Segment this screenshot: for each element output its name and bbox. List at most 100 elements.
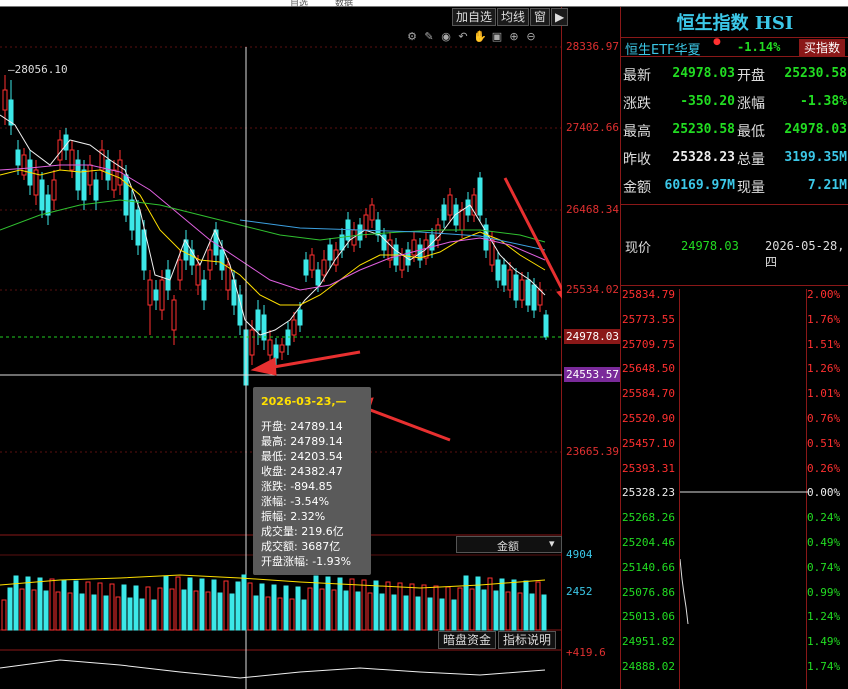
quote-label: 最新 (623, 68, 651, 84)
volume-bar (259, 583, 265, 631)
volume-bar (235, 581, 241, 631)
candle-tooltip: 2026-03-23,— 开盘: 24789.14 最高: 24789.14 最低:… (253, 387, 371, 575)
quote-label: 涨跌 (623, 96, 651, 112)
lock-icon[interactable]: ▣ (490, 30, 504, 44)
volume-bar (361, 579, 367, 631)
tooltip-date: 2026-03-23,— (261, 395, 347, 408)
volume-bar (337, 577, 343, 631)
volume-bar (121, 584, 127, 631)
candle-body (15, 149, 21, 166)
candle-body (141, 229, 147, 271)
volume-bar (25, 576, 31, 631)
candle-body (159, 279, 165, 311)
candle-body (261, 314, 267, 341)
window-button[interactable]: 窗 (530, 8, 551, 26)
tooltip-line: 开盘: 24789.14 (261, 420, 343, 433)
candle-body (201, 279, 207, 301)
volume-indicator-select[interactable]: 金额 ▾ (456, 536, 562, 553)
quote-row: 涨跌 -350.20 涨幅 -1.38% (621, 91, 848, 117)
pen-icon[interactable]: ✎ (422, 30, 436, 44)
undo-icon[interactable]: ↶ (456, 30, 470, 44)
intraday-price-label: 25268.26 (622, 511, 675, 525)
quote-row: 最高 25230.58 最低 24978.03 (621, 119, 848, 145)
candle-body (363, 214, 369, 231)
intraday-price-label: 25140.66 (622, 560, 675, 574)
candle-body (195, 264, 201, 286)
intraday-pct-label: 0.26% (807, 461, 841, 475)
candle-body (135, 209, 141, 246)
volume-bar (73, 580, 79, 631)
volume-bar (439, 598, 445, 631)
quote-value: 3199.35M (784, 150, 847, 165)
candle-body (327, 244, 333, 261)
candle-body (123, 174, 129, 216)
ma-line-button[interactable]: 均线 (497, 8, 530, 26)
volume-bar (523, 580, 529, 631)
volume-bar (169, 588, 175, 631)
candle-body (225, 264, 231, 291)
volume-bar (385, 581, 391, 631)
buy-index-button[interactable]: 买指数 (799, 39, 846, 56)
intraday-price-label: 25328.23 (622, 486, 675, 500)
volume-bar (85, 581, 91, 631)
volume-bar (529, 593, 535, 631)
eye-icon[interactable]: ◉ (439, 30, 453, 44)
tooltip-line: 成交额: 3687亿 (261, 540, 341, 553)
candle-body (525, 279, 531, 306)
settings-icon[interactable]: ⚙ (405, 30, 419, 44)
intraday-pct-label: 0.74% (807, 560, 841, 574)
candle-body (369, 204, 375, 221)
kline-chart-area[interactable]: —28056.10 2026-03-23,— 开盘: 24789.14 最高: 2… (0, 0, 562, 689)
intraday-pct-label: 1.49% (807, 635, 841, 649)
intraday-pct-label: 1.01% (807, 387, 841, 401)
current-price-box: 24978.03 (564, 329, 621, 344)
intraday-pct-label: 1.74% (807, 660, 841, 673)
intraday-price-label: 25834.79 (622, 288, 675, 301)
quote-value: 24978.03 (784, 122, 847, 137)
dark-pool-button[interactable]: 暗盘资金 (438, 631, 497, 649)
volume-bar (451, 599, 457, 631)
volume-bar (403, 595, 409, 631)
volume-bar (343, 590, 349, 631)
volume-bar (301, 599, 307, 631)
quote-label: 金额 (623, 180, 651, 196)
intraday-price-label: 25457.10 (622, 436, 675, 450)
candle-body (207, 249, 213, 271)
candle-body (171, 299, 177, 331)
zoom-out-icon[interactable]: ⊖ (524, 30, 538, 44)
nav-arrow-button[interactable]: ▶ (551, 8, 569, 26)
axis-label: 28336.97 (566, 40, 619, 53)
candle-body (477, 177, 483, 216)
volume-bar (187, 577, 193, 631)
volume-bar (433, 585, 439, 631)
quote-value: -1.38% (800, 94, 847, 109)
volume-bar (415, 596, 421, 631)
tooltip-line: 开盘涨幅: -1.93% (261, 555, 352, 568)
hand-icon[interactable]: ✋ (473, 30, 487, 44)
axis-label: 25534.02 (566, 283, 619, 296)
volume-bar (409, 583, 415, 631)
etf-name[interactable]: 恒生ETF华夏 (625, 39, 701, 58)
volume-bar (265, 596, 271, 631)
add-watchlist-button[interactable]: 加自选 (452, 8, 497, 26)
macd-axis-top: +419.6 (566, 646, 606, 659)
intraday-chart[interactable] (679, 289, 808, 689)
tooltip-line: 成交量: 219.6亿 (261, 525, 344, 538)
volume-bar (217, 592, 223, 631)
candle-body (375, 219, 381, 236)
candle-body (39, 179, 45, 211)
volume-bar (67, 592, 73, 631)
etf-row[interactable]: 恒生ETF华夏 ● -1.14% 买指数 (621, 37, 848, 58)
indicator-help-button[interactable]: 指标说明 (498, 631, 557, 649)
tooltip-line: 涨幅: -3.54% (261, 495, 330, 508)
kline-chart-svg[interactable] (0, 0, 562, 689)
axis-label: 26468.34 (566, 203, 619, 216)
zoom-in-icon[interactable]: ⊕ (507, 30, 521, 44)
candle-body (129, 199, 135, 231)
candle-body (51, 179, 57, 201)
current-price-value: 24978.03 (681, 239, 739, 253)
volume-bar (379, 593, 385, 631)
quote-label: 最低 (737, 124, 765, 140)
candle-body (291, 319, 297, 336)
intraday-price-label: 25076.86 (622, 585, 675, 599)
